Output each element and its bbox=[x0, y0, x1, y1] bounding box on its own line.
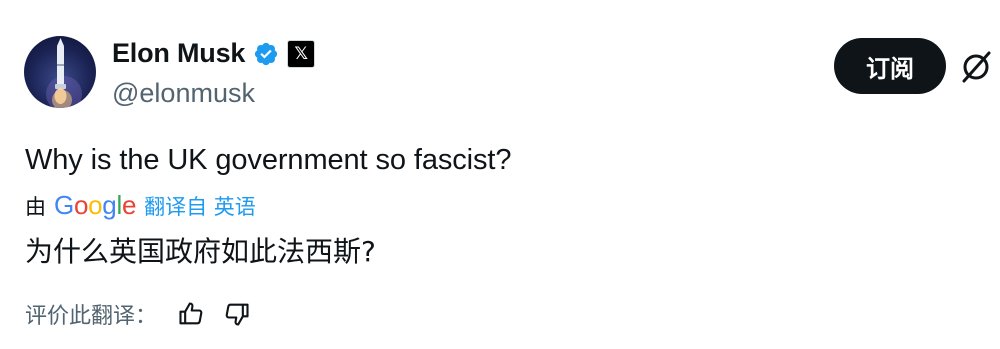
x-logo-icon[interactable]: 𝕏 bbox=[287, 39, 316, 68]
grok-icon[interactable] bbox=[958, 49, 994, 85]
affiliate-badge-text: 𝕏 bbox=[294, 43, 309, 64]
avatar[interactable] bbox=[24, 36, 96, 108]
translated-text: 为什么英国政府如此法西斯? bbox=[25, 235, 376, 268]
tweet-text: Why is the UK government so fascist? bbox=[25, 144, 512, 176]
google-letter: g bbox=[102, 190, 117, 220]
google-letter: e bbox=[121, 190, 137, 220]
google-letter: G bbox=[54, 190, 74, 220]
thumbs-up-icon[interactable] bbox=[177, 300, 205, 328]
subscribe-button[interactable]: 订阅 bbox=[834, 38, 946, 94]
author-handle[interactable]: @elonmusk bbox=[112, 78, 255, 109]
rate-translation-label: 评价此翻译： bbox=[25, 304, 158, 329]
verified-badge-icon bbox=[255, 42, 278, 65]
translated-by-label: 由 bbox=[25, 194, 46, 219]
rocket-launch-image bbox=[46, 38, 82, 108]
google-logo: Google bbox=[54, 190, 136, 221]
translated-from-language[interactable]: 翻译自 英语 bbox=[144, 191, 256, 221]
author-name-row: Elon Musk 𝕏 bbox=[112, 38, 316, 69]
author-name[interactable]: Elon Musk bbox=[112, 38, 245, 69]
translation-attribution: 由 Google 翻译自 英语 bbox=[25, 190, 256, 221]
google-letter: o bbox=[73, 190, 89, 220]
rate-translation-row: 评价此翻译： bbox=[25, 298, 251, 330]
google-letter: o bbox=[88, 190, 103, 220]
thumbs-down-icon[interactable] bbox=[223, 300, 251, 328]
